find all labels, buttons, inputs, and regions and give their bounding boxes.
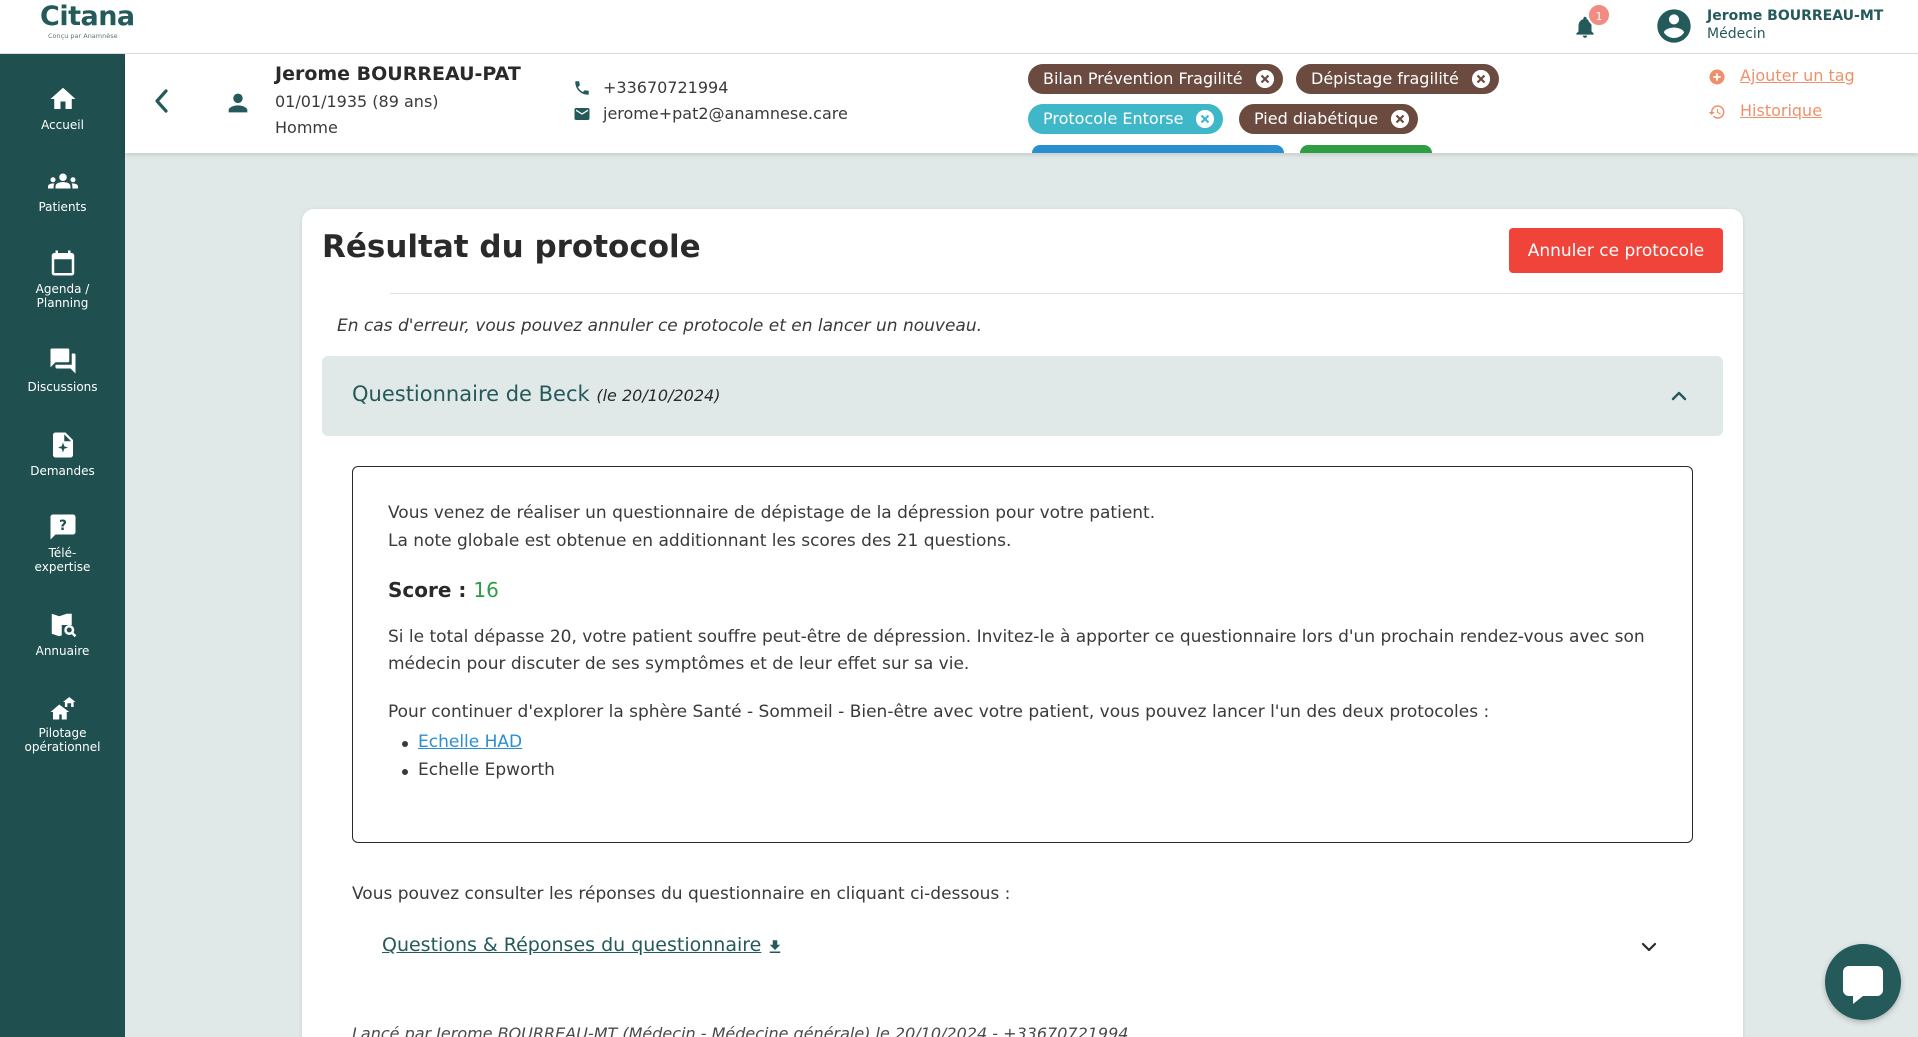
tag-label: Protocole Entorse bbox=[1043, 109, 1184, 128]
divider bbox=[390, 293, 1743, 294]
phone-icon bbox=[575, 81, 589, 95]
list-bullet bbox=[402, 769, 408, 775]
list-bullet bbox=[402, 741, 408, 747]
map-search-icon bbox=[51, 613, 76, 638]
page-title: Résultat du protocole bbox=[322, 229, 701, 265]
sidebar-item-annuaire[interactable]: Annuaire bbox=[0, 610, 125, 658]
chat-bubble-icon bbox=[1843, 966, 1883, 1004]
consult-answers-text: Vous pouvez consulter les réponses du qu… bbox=[352, 884, 1011, 904]
sidebar-item-agenda[interactable]: Agenda / Planning bbox=[0, 248, 125, 310]
patient-dob: 01/01/1935 (89 ans) bbox=[275, 92, 439, 111]
continue-text: Pour continuer d'explorer la sphère Sant… bbox=[388, 702, 1490, 722]
result-advice-line2: médecin pour discuter de ses symptômes e… bbox=[388, 654, 970, 674]
tag-overflow-hint bbox=[1300, 145, 1432, 153]
users-icon bbox=[47, 173, 78, 189]
tag-protocole-entorse[interactable]: Protocole Entorse bbox=[1028, 104, 1224, 134]
sidebar-item-label: Planning bbox=[36, 296, 89, 310]
questions-answers-link[interactable]: Questions & Réponses du questionnaire bbox=[382, 934, 761, 956]
questionnaire-name: Questionnaire de Beck bbox=[352, 382, 590, 406]
logo-subtitle: Conçu par Anamnèse bbox=[48, 32, 118, 40]
tag-bilan-prevention[interactable]: Bilan Prévention Fragilité bbox=[1028, 64, 1283, 94]
document-icon bbox=[52, 432, 73, 458]
sidebar-item-label: Demandes bbox=[30, 464, 95, 478]
question-icon: ? bbox=[50, 514, 75, 540]
sidebar-item-label: Télé- bbox=[48, 546, 77, 560]
back-arrow-icon[interactable] bbox=[150, 86, 174, 116]
calendar-icon bbox=[51, 250, 74, 276]
close-icon[interactable] bbox=[1255, 70, 1274, 88]
patient-email[interactable]: jerome+pat2@anamnese.care bbox=[603, 104, 848, 123]
svg-text:?: ? bbox=[59, 518, 67, 534]
add-tag-link[interactable]: Ajouter un tag bbox=[1740, 66, 1855, 85]
patient-phone[interactable]: +33670721994 bbox=[603, 78, 728, 97]
cancel-hint-text: En cas d'erreur, vous pouvez annuler ce … bbox=[337, 316, 983, 336]
email-icon bbox=[574, 108, 590, 120]
launched-by-text: Lancé par Jerome BOURREAU-MT (Médecin - … bbox=[352, 1024, 1129, 1037]
close-icon[interactable] bbox=[1471, 70, 1490, 88]
user-avatar-icon[interactable] bbox=[1654, 6, 1694, 46]
sidebar-item-label: opérationnel bbox=[24, 740, 101, 754]
echelle-had-link[interactable]: Echelle HAD bbox=[418, 732, 522, 752]
user-role: Médecin bbox=[1707, 26, 1766, 42]
close-icon[interactable] bbox=[1196, 110, 1215, 128]
cancel-protocol-button[interactable]: Annuler ce protocole bbox=[1509, 228, 1723, 273]
chevron-down-icon[interactable] bbox=[1638, 938, 1660, 956]
score-value: 16 bbox=[473, 578, 499, 602]
history-icon[interactable] bbox=[1708, 103, 1726, 121]
home-icon bbox=[50, 87, 75, 109]
house-network-icon bbox=[50, 697, 75, 720]
result-intro-line1: Vous venez de réaliser un questionnaire … bbox=[388, 503, 1156, 523]
sidebar-item-demandes[interactable]: Demandes bbox=[0, 430, 125, 478]
result-intro-line2: La note globale est obtenue en additionn… bbox=[388, 531, 1012, 551]
sidebar-item-patients[interactable]: Patients bbox=[0, 166, 125, 214]
tag-pied-diabetique[interactable]: Pied diabétique bbox=[1239, 104, 1419, 134]
sidebar-item-label: Patients bbox=[38, 200, 87, 214]
chat-button[interactable] bbox=[1825, 944, 1901, 1020]
score-label: Score : 16 bbox=[388, 578, 499, 602]
sidebar-item-label: Agenda / bbox=[35, 282, 90, 296]
sidebar-item-discussions[interactable]: Discussions bbox=[0, 346, 125, 394]
chevron-up-icon[interactable] bbox=[1667, 386, 1691, 406]
add-circle-icon[interactable] bbox=[1708, 68, 1726, 86]
patient-name: Jerome BOURREAU-PAT bbox=[275, 63, 521, 85]
questionnaire-date: (le 20/10/2024) bbox=[596, 386, 721, 405]
patient-sex: Homme bbox=[275, 118, 338, 137]
notification-badge: 1 bbox=[1587, 3, 1611, 27]
tag-overflow-hint bbox=[1032, 145, 1284, 153]
app-logo[interactable]: Citana Conçu par Anamnèse bbox=[40, 1, 140, 41]
top-bar bbox=[0, 0, 1918, 54]
chat-icon bbox=[50, 348, 75, 374]
sidebar-item-teleexpertise[interactable]: ? Télé- expertise bbox=[0, 512, 125, 574]
tag-label: Dépistage fragilité bbox=[1311, 69, 1459, 88]
person-icon bbox=[228, 93, 248, 113]
echelle-epworth-item: Echelle Epworth bbox=[418, 760, 555, 780]
result-advice-line1: Si le total dépasse 20, votre patient so… bbox=[388, 627, 1645, 647]
sidebar-item-label: Annuaire bbox=[35, 644, 90, 658]
score-label-text: Score : bbox=[388, 578, 467, 602]
history-link[interactable]: Historique bbox=[1740, 101, 1822, 120]
tag-label: Pied diabétique bbox=[1254, 109, 1379, 128]
sidebar-item-accueil[interactable]: Accueil bbox=[0, 84, 125, 132]
sidebar-item-label: Accueil bbox=[41, 118, 84, 132]
logo-text: Citana bbox=[40, 1, 135, 32]
close-icon[interactable] bbox=[1391, 110, 1410, 128]
sidebar-item-pilotage[interactable]: Pilotage opérationnel bbox=[0, 692, 125, 754]
sidebar-item-label: Discussions bbox=[27, 380, 98, 394]
questionnaire-title[interactable]: Questionnaire de Beck (le 20/10/2024) bbox=[352, 382, 720, 406]
download-icon[interactable] bbox=[766, 938, 784, 956]
sidebar-item-label: Pilotage bbox=[38, 726, 87, 740]
user-name[interactable]: Jerome BOURREAU-MT bbox=[1707, 8, 1883, 24]
tag-depistage[interactable]: Dépistage fragilité bbox=[1296, 64, 1499, 94]
tag-label: Bilan Prévention Fragilité bbox=[1043, 69, 1243, 88]
sidebar-item-label: expertise bbox=[34, 560, 91, 574]
